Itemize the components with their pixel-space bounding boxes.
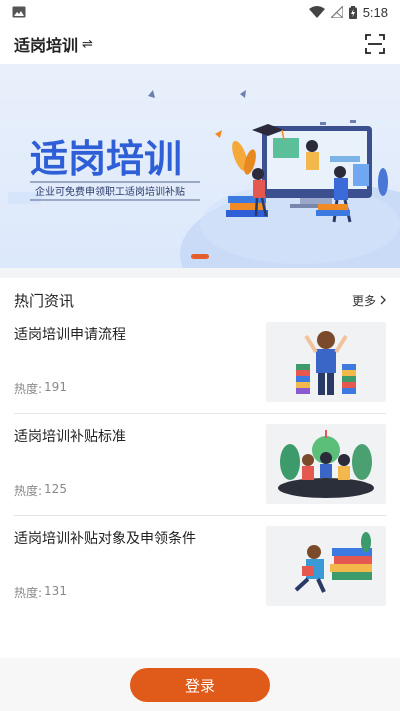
news-item[interactable]: 适岗培训申请流程 热度: 191 [14,312,386,414]
heat-label: 热度: [14,484,43,498]
more-link[interactable]: 更多 [352,292,386,309]
no-signal-icon [330,6,343,18]
module-switcher[interactable]: 适岗培训 ⇌ [14,32,93,56]
status-left [12,6,26,18]
section-divider [0,268,400,278]
banner-headline: 适岗培训 [30,137,182,181]
news-heat: 热度: 125 [14,482,67,499]
news-thumbnail [266,322,386,402]
swap-icon: ⇌ [82,36,93,52]
news-item[interactable]: 适岗培训补贴对象及申领条件 热度: 131 [14,516,386,618]
status-bar: 5:18 [0,0,400,24]
image-notification-icon [12,6,26,18]
more-label: 更多 [351,293,376,308]
heat-label: 热度: [14,382,43,396]
news-list: 适岗培训申请流程 热度: 191 适岗培训补贴标准 热度: 125 适岗培训补贴… [0,312,400,618]
scan-icon[interactable] [364,33,386,55]
section-title: 热门资讯 [14,291,75,310]
wifi-icon [308,6,325,18]
page-title: 适岗培训 [14,36,79,55]
battery-icon [348,5,357,19]
news-title: 适岗培训申请流程 [14,327,126,343]
banner-illustration: 适岗培训 企业可免费申领职工适岗培训补贴 [8,90,400,268]
news-heat: 热度: 191 [14,380,67,397]
heat-value: 131 [44,584,67,598]
heat-label: 热度: [14,586,43,600]
login-button[interactable]: 登录 [130,668,270,702]
news-thumbnail [266,424,386,504]
news-title: 适岗培训补贴对象及申领条件 [14,531,196,547]
heat-value: 191 [44,380,67,394]
chevron-right-icon [380,295,386,305]
heat-value: 125 [44,482,67,496]
news-heat: 热度: 131 [14,584,67,601]
carousel-indicator[interactable] [191,254,209,259]
news-thumbnail [266,526,386,606]
status-time: 5:18 [362,4,388,20]
banner-subtitle: 企业可免费申领职工适岗培训补贴 [35,185,185,198]
news-item[interactable]: 适岗培训补贴标准 热度: 125 [14,414,386,516]
status-right: 5:18 [308,4,388,20]
promo-banner[interactable]: 适岗培训 企业可免费申领职工适岗培训补贴 [0,64,400,268]
app-header: 适岗培训 ⇌ [0,24,400,64]
bottom-bar: 登录 [0,658,400,711]
news-title: 适岗培训补贴标准 [14,429,126,445]
